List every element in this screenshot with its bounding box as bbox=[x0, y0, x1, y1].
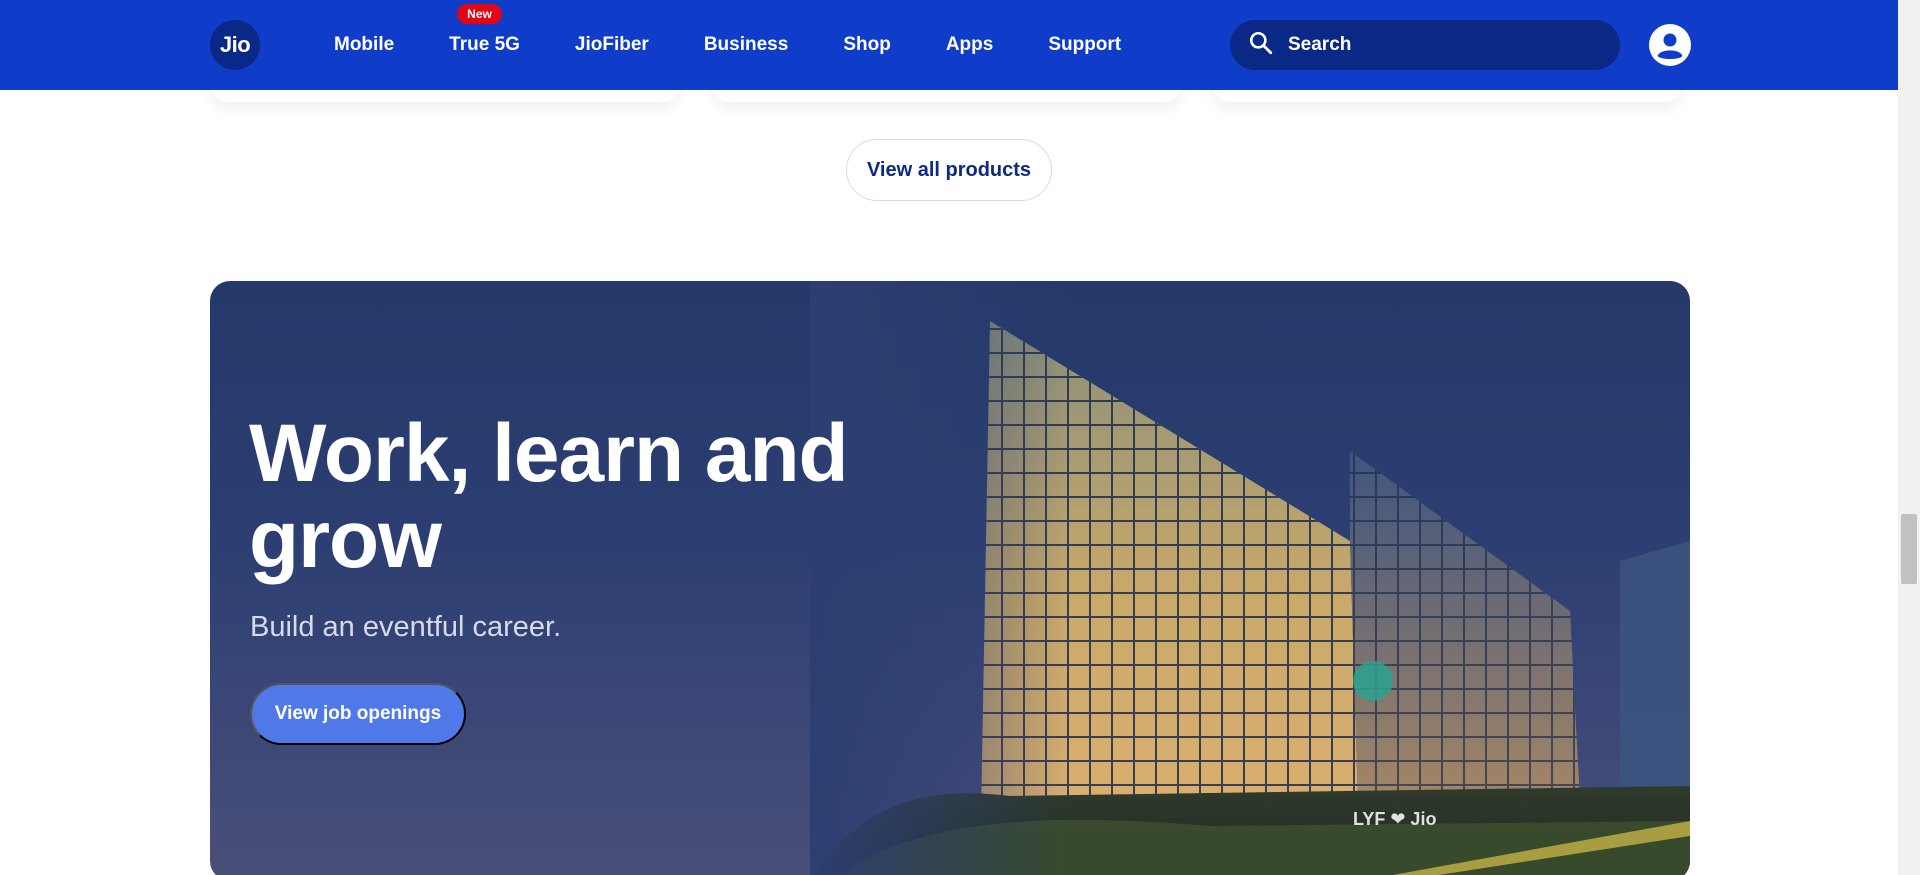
careers-subtitle: Build an eventful career. bbox=[250, 611, 562, 643]
jio-logo[interactable]: Jio bbox=[210, 20, 260, 70]
main-nav: Mobile New True 5G JioFiber Business Sho… bbox=[334, 0, 1176, 90]
nav-item-label: JioFiber bbox=[574, 34, 649, 55]
view-job-openings-button[interactable]: View job openings bbox=[250, 683, 466, 745]
new-badge: New bbox=[457, 4, 502, 24]
nav-item-label: Support bbox=[1048, 34, 1122, 55]
view-all-products-button[interactable]: View all products bbox=[846, 139, 1052, 201]
scrollbar-thumb[interactable] bbox=[1901, 514, 1917, 584]
building-sign: LYF ❤ Jio bbox=[1353, 809, 1437, 829]
nav-item-mobile[interactable]: Mobile bbox=[334, 34, 394, 56]
nav-item-support[interactable]: Support bbox=[1048, 34, 1121, 56]
page-scrollbar[interactable] bbox=[1898, 0, 1920, 875]
careers-banner: LYF ❤ Jio Work, learn and grow Build an … bbox=[210, 281, 1690, 875]
careers-title: Work, learn and grow bbox=[249, 408, 849, 585]
nav-item-label: Business bbox=[703, 34, 789, 55]
search-icon[interactable] bbox=[1248, 30, 1274, 61]
search-bar[interactable] bbox=[1230, 20, 1620, 70]
nav-item-business[interactable]: Business bbox=[704, 34, 788, 56]
user-icon[interactable] bbox=[1649, 24, 1691, 66]
nav-item-label: True 5G bbox=[449, 34, 520, 55]
nav-item-label: Apps bbox=[945, 34, 994, 55]
nav-item-label: Shop bbox=[843, 34, 891, 55]
nav-item-true-5g[interactable]: New True 5G bbox=[449, 4, 520, 56]
nav-item-jiofiber[interactable]: JioFiber bbox=[575, 34, 649, 56]
search-input[interactable] bbox=[1288, 34, 1588, 56]
nav-item-apps[interactable]: Apps bbox=[946, 34, 994, 56]
nav-item-label: Mobile bbox=[334, 34, 395, 55]
nav-item-shop[interactable]: Shop bbox=[843, 34, 891, 56]
top-navigation-bar: Jio Mobile New True 5G JioFiber Business… bbox=[0, 0, 1898, 90]
